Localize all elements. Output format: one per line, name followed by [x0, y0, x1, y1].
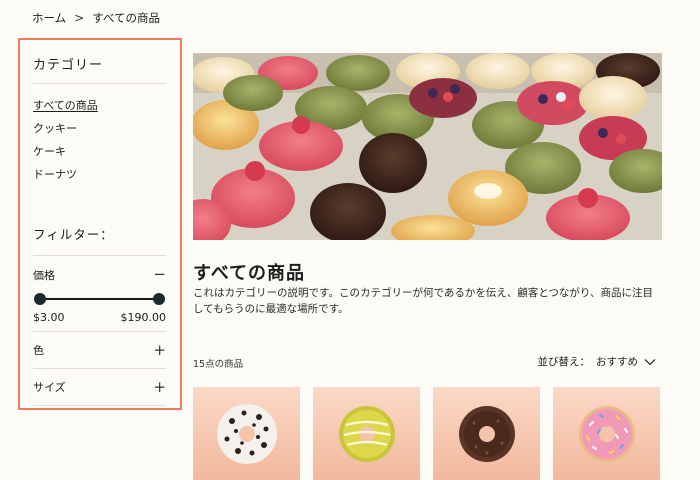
filter-title: フィルター：	[33, 224, 166, 256]
product-grid	[193, 387, 660, 480]
price-range-values: $3.00 $190.00	[33, 311, 166, 324]
product-card[interactable]	[553, 387, 660, 480]
category-list: すべての商品 クッキー ケーキ ドーナツ	[33, 94, 166, 186]
breadcrumb-separator: >	[74, 11, 85, 25]
slider-max-handle[interactable]	[153, 293, 165, 305]
category-item-cakes[interactable]: ケーキ	[33, 140, 166, 163]
price-min-value: $3.00	[33, 311, 65, 324]
sort-value: おすすめ	[596, 356, 638, 368]
sidebar: カテゴリー すべての商品 クッキー ケーキ ドーナツ フィルター： 価格 − $…	[18, 38, 182, 410]
price-filter-header[interactable]: 価格 −	[33, 267, 166, 283]
price-filter: 価格 − $3.00 $190.00	[33, 256, 166, 332]
expand-icon[interactable]: +	[153, 342, 166, 358]
size-filter-label: サイズ	[33, 381, 66, 394]
breadcrumb-home-link[interactable]: ホーム	[32, 10, 66, 26]
slider-min-handle[interactable]	[34, 293, 46, 305]
breadcrumb-current: すべての商品	[92, 11, 160, 25]
category-title: カテゴリー	[33, 54, 166, 84]
category-item-donuts[interactable]: ドーナツ	[33, 163, 166, 186]
product-count: 15点の商品	[193, 359, 244, 370]
category-hero-image	[193, 53, 662, 240]
donut-chocolate-icon	[458, 405, 515, 462]
price-max-value: $190.00	[120, 311, 167, 324]
expand-icon[interactable]: +	[153, 379, 166, 395]
breadcrumb: ホーム > すべての商品	[32, 10, 160, 26]
sort-label: 並び替え：	[537, 356, 591, 368]
sort-dropdown[interactable]: 並び替え： おすすめ	[538, 354, 657, 369]
color-filter[interactable]: 色 +	[33, 332, 166, 369]
price-range-slider[interactable]	[34, 293, 165, 305]
category-item-all[interactable]: すべての商品	[33, 94, 166, 117]
collapse-icon[interactable]: −	[153, 267, 166, 283]
product-card[interactable]	[433, 387, 540, 480]
chevron-down-icon	[644, 358, 656, 365]
size-filter[interactable]: サイズ +	[33, 369, 166, 406]
product-card[interactable]	[313, 387, 420, 480]
product-card[interactable]	[193, 387, 300, 480]
category-description: これはカテゴリーの説明です。このカテゴリーが何であるかを伝え、顧客とつながり、商…	[193, 287, 654, 315]
page-title: すべての商品	[193, 263, 306, 284]
category-item-cookies[interactable]: クッキー	[33, 117, 166, 140]
donut-yellow-glaze-icon	[338, 405, 395, 462]
slider-track	[40, 298, 159, 300]
price-filter-label: 価格	[33, 269, 55, 282]
donut-pink-sprinkles-icon	[578, 405, 635, 462]
color-filter-label: 色	[33, 344, 44, 357]
donut-cookies-cream-icon	[216, 403, 277, 464]
